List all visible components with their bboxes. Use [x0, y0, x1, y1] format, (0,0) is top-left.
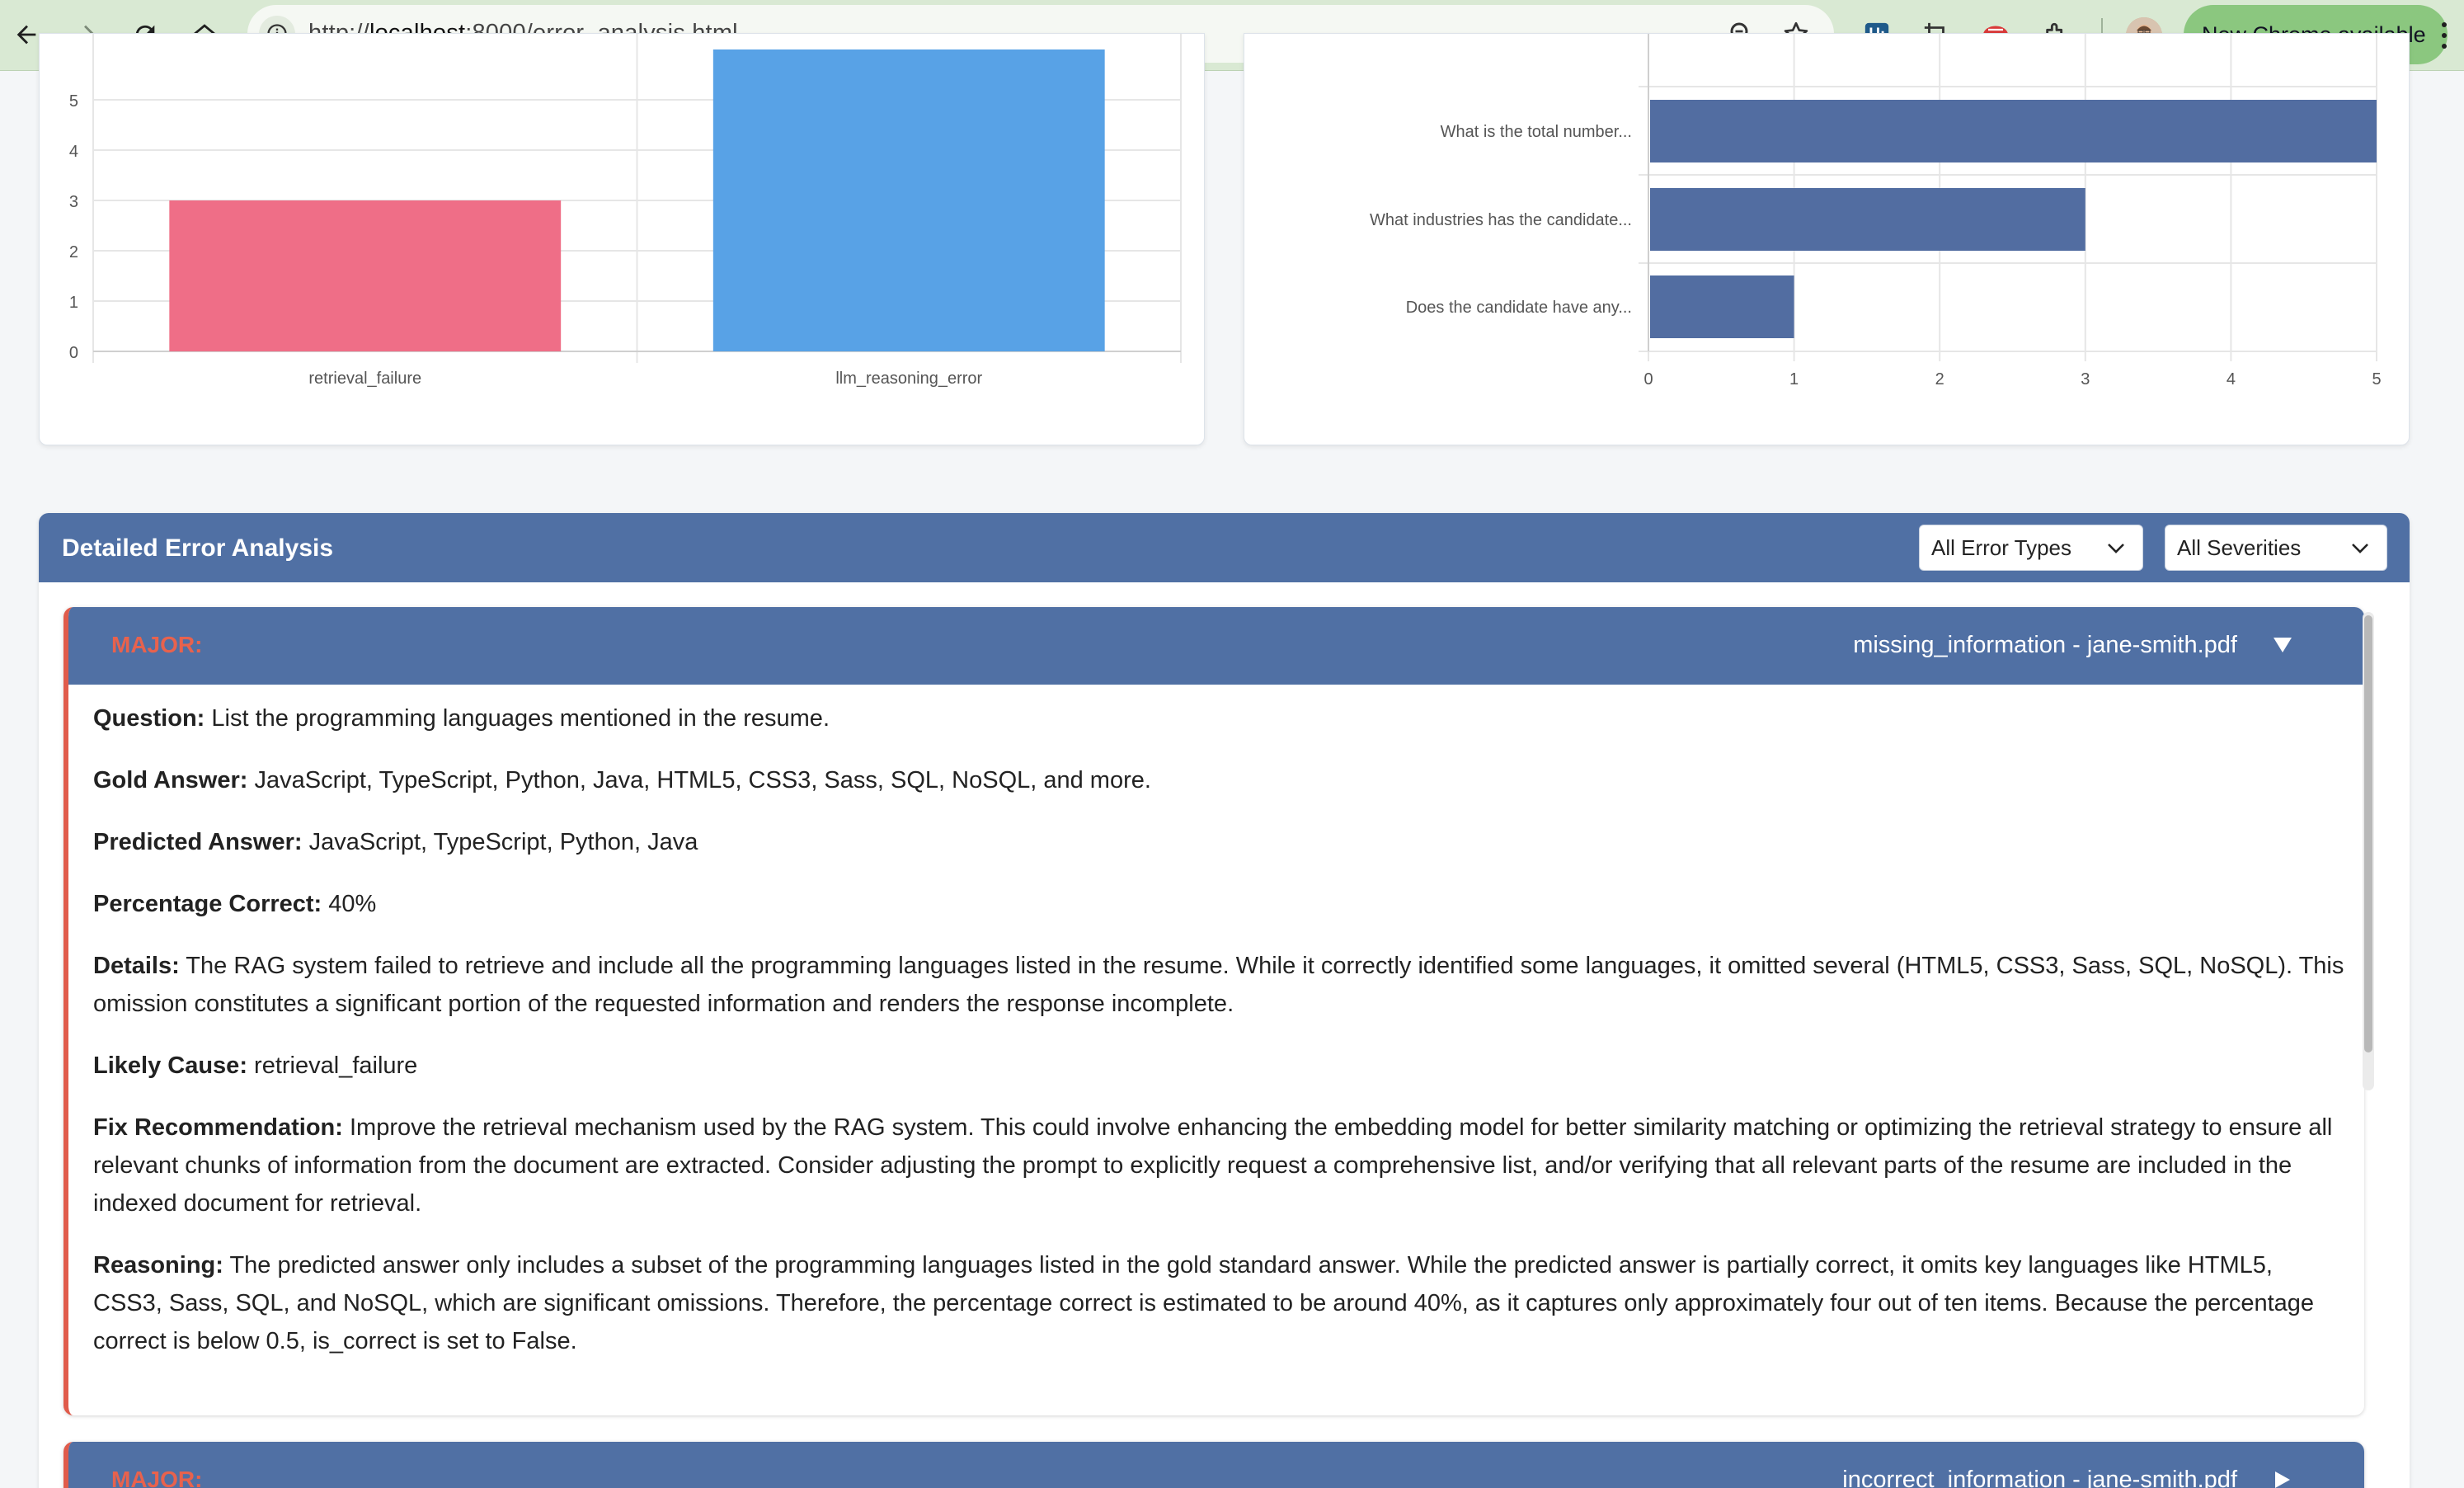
error-item-header[interactable]: MAJOR: incorrect_information - jane-smit…: [68, 1442, 2364, 1488]
question-row: Question: List the programming languages…: [93, 705, 830, 732]
bar-question-2: [1650, 188, 2085, 251]
bar-question-3: [1650, 275, 1794, 338]
expand-triangle-icon[interactable]: [2272, 1470, 2293, 1488]
question-errors-bar-chart: 0 1 2 3 4 5 What is the total number... What in…: [1370, 34, 2382, 388]
y-tick-label: 0: [69, 344, 78, 362]
severity-label: MAJOR:: [111, 632, 203, 657]
x-tick-label: retrieval_failure: [308, 370, 421, 388]
error-item-title: missing_information - jane-smith.pdf: [1853, 632, 2237, 658]
percentage-correct-row: Percentage Correct: 40%: [93, 891, 377, 917]
gold-answer-value: JavaScript, TypeScript, Python, Java, HT…: [247, 767, 1151, 793]
likely-cause-value: retrieval_failure: [247, 1052, 418, 1079]
x-tick-label: 0: [1643, 370, 1653, 388]
severity-filter[interactable]: All Severities: [2165, 525, 2387, 571]
bar-llm_reasoning_error: [712, 49, 1105, 351]
question-errors-chart-card: 0 1 2 3 4 5 What is the total number... What in…: [1244, 33, 2410, 445]
predicted-answer-row: Predicted Answer: JavaScript, TypeScript…: [93, 829, 698, 855]
error-item-body: Question: List the programming languages…: [93, 699, 2344, 1384]
likely-cause-row: Likely Cause: retrieval_failure: [93, 1052, 418, 1079]
question-value: List the programming languages mentioned…: [205, 705, 830, 732]
details-value: The RAG system failed to retrieve and in…: [93, 953, 2344, 1017]
percentage-correct-value: 40%: [322, 891, 377, 917]
arrow-left-icon: [16, 25, 36, 45]
chevron-down-icon: [2108, 544, 2124, 553]
error-list-scrollbar[interactable]: [2363, 612, 2374, 1090]
x-tick-label: 1: [1789, 370, 1799, 388]
fix-recommendation-value: Improve the retrieval mechanism used by …: [93, 1114, 2333, 1217]
y-tick-label: 2: [69, 243, 78, 261]
chevron-down-icon: [2352, 544, 2368, 553]
detail-title: Detailed Error Analysis: [62, 534, 334, 562]
reasoning-row: Reasoning: The predicted answer only inc…: [93, 1252, 2315, 1354]
collapse-triangle-icon[interactable]: [2272, 635, 2293, 655]
x-tick-label: 5: [2372, 370, 2381, 388]
severity-filter-value: All Severities: [2177, 534, 2302, 560]
reasoning-value: The predicted answer only includes a sub…: [93, 1252, 2315, 1354]
error-item: MAJOR: missing_information - jane-smith.…: [63, 607, 2364, 1415]
error-item-header[interactable]: MAJOR: missing_information - jane-smith.…: [68, 607, 2364, 685]
bar-retrieval_failure: [169, 200, 562, 351]
severity-label: MAJOR:: [111, 1467, 203, 1488]
error-type-bar-chart: 0 1 2 3 4 5 retrieval_failure llm_reasoning_err…: [69, 34, 1182, 388]
x-tick-label: 3: [2081, 370, 2090, 388]
fix-recommendation-row: Fix Recommendation: Improve the retrieva…: [93, 1114, 2333, 1217]
y-tick-label: What is the total number...: [1441, 123, 1632, 141]
error-type-filter[interactable]: All Error Types: [1919, 525, 2143, 571]
y-tick-label: Does the candidate have any...: [1406, 299, 1632, 317]
x-tick-label: llm_reasoning_error: [835, 370, 982, 388]
x-tick-label: 4: [2227, 370, 2236, 388]
x-tick-label: 2: [1935, 370, 1944, 388]
detail-header: Detailed Error Analysis All Error Types …: [39, 513, 2410, 582]
y-tick-label: 3: [69, 193, 78, 211]
y-tick-label: What industries has the candidate...: [1370, 211, 1632, 229]
details-row: Details: The RAG system failed to retrie…: [93, 953, 2344, 1017]
error-item: MAJOR: incorrect_information - jane-smit…: [63, 1442, 2364, 1488]
scrollbar-thumb[interactable]: [2364, 615, 2372, 1052]
y-tick-label: 5: [69, 92, 78, 111]
y-tick-label: 4: [69, 143, 78, 161]
y-tick-label: 1: [69, 294, 78, 312]
gold-answer-row: Gold Answer: JavaScript, TypeScript, Pyt…: [93, 767, 1151, 793]
detailed-error-analysis: Detailed Error Analysis All Error Types …: [39, 513, 2410, 1488]
bar-question-1: [1650, 100, 2377, 162]
error-type-chart-card: 0 1 2 3 4 5 retrieval_failure llm_reasoning_err…: [39, 33, 1205, 445]
error-type-filter-value: All Error Types: [1931, 534, 2072, 560]
error-item-title: incorrect_information - jane-smith.pdf: [1842, 1467, 2237, 1488]
menu-kebab-icon[interactable]: [2441, 21, 2448, 49]
predicted-answer-value: JavaScript, TypeScript, Python, Java: [302, 829, 698, 855]
